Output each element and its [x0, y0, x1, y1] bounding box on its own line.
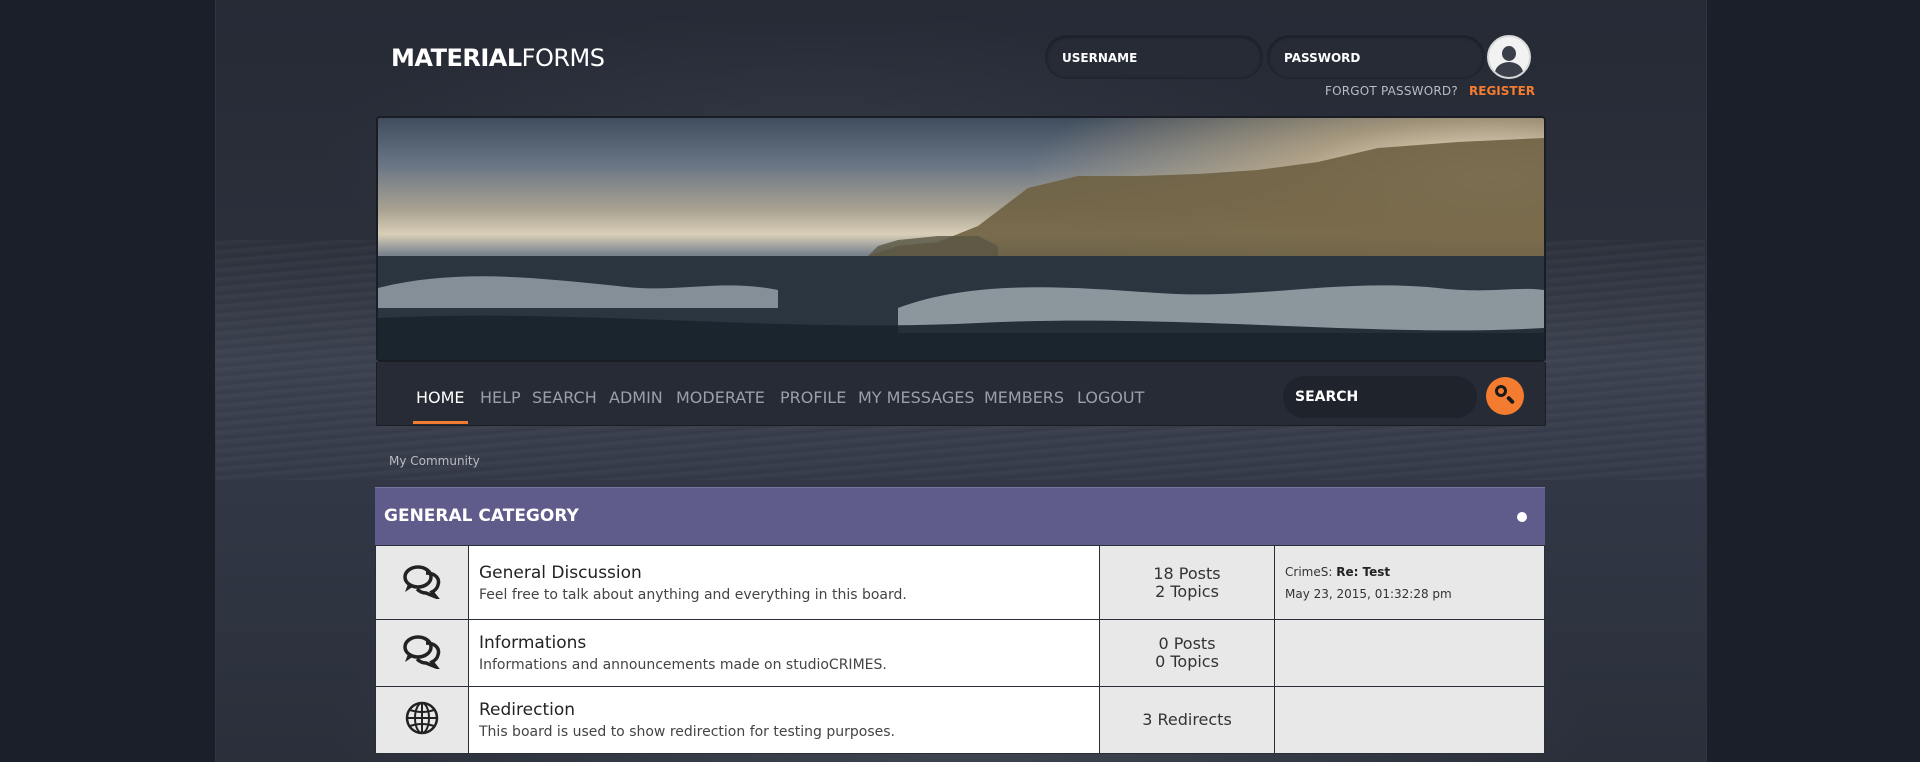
avatar-body — [1495, 62, 1523, 77]
last-post-title[interactable]: Re: Test — [1336, 565, 1390, 579]
password-input[interactable]: PASSWORD — [1267, 35, 1485, 79]
board-info: General Discussion Feel free to talk abo… — [468, 545, 1100, 620]
chat-bubbles-icon — [403, 635, 442, 672]
board-info: Redirection This board is used to show r… — [468, 686, 1100, 754]
chat-bubbles-icon — [403, 564, 442, 601]
board-last-post: CrimeS: Re: Test May 23, 2015, 01:32:28 … — [1274, 545, 1545, 620]
search-icon — [1495, 385, 1507, 397]
logo-bold: MATERIAL — [391, 44, 522, 72]
main-navbar: HOME HELP SEARCH ADMIN MODERATE PROFILE … — [376, 362, 1546, 426]
nav-my-messages[interactable]: MY MESSAGES — [858, 388, 975, 407]
site-logo[interactable]: MATERIALFORMS — [391, 44, 605, 72]
board-icon-cell — [375, 619, 469, 687]
header-banner-image — [376, 116, 1546, 362]
username-input[interactable]: USERNAME — [1045, 35, 1263, 79]
search-button[interactable] — [1486, 377, 1524, 415]
board-posts-count: 0 Posts — [1158, 634, 1216, 653]
banner-landscape — [378, 138, 1544, 360]
nav-profile[interactable]: PROFILE — [780, 388, 846, 407]
category-title[interactable]: GENERAL CATEGORY — [384, 506, 579, 526]
board-posts-count: 18 Posts — [1153, 563, 1221, 583]
avatar-head — [1502, 46, 1516, 61]
table-row: General Discussion Feel free to talk abo… — [375, 545, 1545, 620]
last-post-date: May 23, 2015, 01:32:28 pm — [1285, 586, 1452, 601]
board-topics-count: 0 Topics — [1155, 652, 1219, 671]
collapse-category-icon[interactable] — [1517, 512, 1527, 522]
board-last-post — [1274, 686, 1545, 754]
board-stats: 18 Posts 2 Topics — [1099, 545, 1275, 620]
table-row: Redirection This board is used to show r… — [375, 686, 1545, 754]
category-header: GENERAL CATEGORY — [375, 487, 1545, 545]
nav-home[interactable]: HOME — [416, 388, 465, 407]
logo-thin: FORMS — [521, 44, 605, 72]
board-stats: 0 Posts 0 Topics — [1099, 619, 1275, 687]
board-redirects-count: 3 Redirects — [1142, 710, 1232, 729]
nav-admin[interactable]: ADMIN — [609, 388, 663, 407]
board-icon-cell — [375, 545, 469, 620]
login-avatar-button[interactable] — [1487, 35, 1531, 79]
board-link[interactable]: General Discussion — [479, 563, 1099, 583]
nav-search[interactable]: SEARCH — [532, 388, 597, 407]
nav-moderate[interactable]: MODERATE — [676, 388, 765, 407]
nav-active-indicator — [413, 421, 468, 424]
board-link[interactable]: Redirection — [479, 700, 1099, 720]
table-row: Informations Informations and announceme… — [375, 619, 1545, 687]
board-stats: 3 Redirects — [1099, 686, 1275, 754]
nav-members[interactable]: MEMBERS — [984, 388, 1064, 407]
breadcrumb[interactable]: My Community — [389, 454, 480, 468]
board-info: Informations Informations and announceme… — [468, 619, 1100, 687]
board-description: Feel free to talk about anything and eve… — [479, 586, 907, 603]
board-icon-cell — [375, 686, 469, 754]
board-description: Informations and announcements made on s… — [479, 657, 887, 673]
board-description: This board is used to show redirection f… — [479, 724, 895, 740]
forum-container: MATERIALFORMS USERNAME PASSWORD FORGOT P… — [375, 0, 1546, 762]
last-post-user[interactable]: CrimeS — [1285, 565, 1328, 579]
quick-search-input[interactable]: SEARCH — [1283, 376, 1477, 418]
nav-logout[interactable]: LOGOUT — [1077, 388, 1144, 407]
board-topics-count: 2 Topics — [1155, 581, 1219, 601]
board-link[interactable]: Informations — [479, 633, 1099, 653]
globe-icon — [405, 701, 439, 735]
register-link[interactable]: REGISTER — [1469, 84, 1535, 98]
boards-table: General Discussion Feel free to talk abo… — [375, 545, 1545, 754]
nav-help[interactable]: HELP — [480, 388, 521, 407]
board-last-post — [1274, 619, 1545, 687]
forgot-password-link[interactable]: FORGOT PASSWORD? — [1325, 84, 1458, 98]
search-icon-handle — [1505, 395, 1516, 405]
